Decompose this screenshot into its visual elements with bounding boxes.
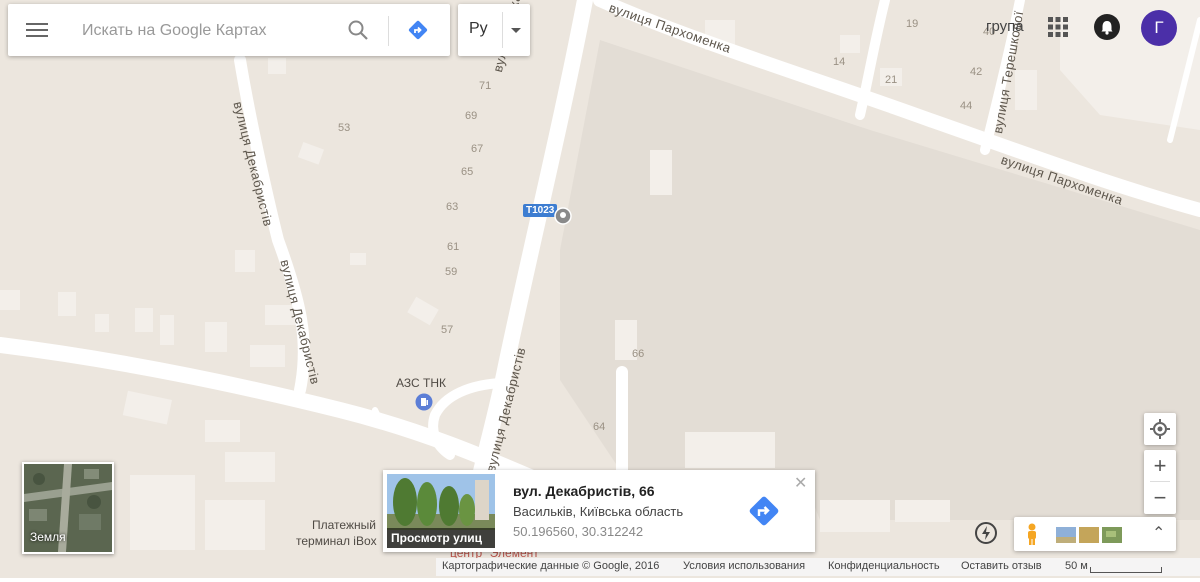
search-input[interactable] (80, 18, 342, 44)
menu-icon[interactable] (26, 20, 48, 40)
place-coordinates: 50.196560, 30.312242 (513, 524, 644, 539)
imagery-layers-icon[interactable] (1056, 525, 1124, 545)
place-address: вул. Декабристів, 66 (513, 483, 655, 499)
house-number: 21 (885, 74, 898, 86)
earth-label: Земля (30, 530, 66, 544)
chevron-up-icon[interactable]: ⌃ (1152, 523, 1165, 543)
top-right-text[interactable]: група (986, 18, 1024, 35)
house-number: 19 (906, 18, 919, 30)
zoom-out-button[interactable]: − (1144, 482, 1176, 514)
house-number: 61 (447, 241, 460, 253)
language-label: Ру (469, 20, 488, 37)
map-footer: Картографические данные © Google, 2016 У… (436, 558, 1200, 576)
chevron-down-icon[interactable] (511, 28, 521, 33)
poi-terminal-line2[interactable]: терминал iBox (296, 534, 377, 548)
zoom-in-button[interactable]: + (1144, 450, 1176, 482)
map-pin-icon[interactable] (554, 207, 572, 225)
directions-icon[interactable] (746, 493, 782, 529)
pegman-icon[interactable] (1022, 522, 1042, 546)
house-number: 57 (441, 324, 454, 336)
house-number: 59 (445, 266, 458, 278)
language-selector[interactable]: Ру (458, 4, 530, 56)
feedback-link[interactable]: Оставить отзыв (961, 560, 1042, 572)
house-number: 14 (833, 56, 846, 68)
search-divider (388, 16, 389, 46)
place-info-card: Просмотр улиц вул. Декабристів, 66 Васил… (383, 470, 815, 552)
apps-grid-icon[interactable] (1047, 16, 1069, 38)
search-box (8, 4, 450, 56)
search-icon[interactable] (346, 18, 370, 42)
house-number: 65 (461, 166, 474, 178)
house-number: 53 (338, 122, 351, 134)
avatar[interactable]: Г (1141, 10, 1177, 46)
house-number: 66 (632, 348, 645, 360)
house-number: 71 (479, 80, 492, 92)
language-divider (502, 12, 503, 48)
house-number: 67 (471, 143, 484, 155)
place-city: Васильків, Київська область (513, 504, 684, 519)
street-view-thumbnail[interactable]: Просмотр улиц (387, 474, 495, 548)
house-number: 69 (465, 110, 478, 122)
privacy-link[interactable]: Конфиденциальность (828, 560, 940, 572)
house-number: 64 (593, 421, 606, 433)
map-data-attribution: Картографические данные © Google, 2016 (442, 560, 660, 572)
notifications-bell-icon[interactable] (1094, 14, 1120, 40)
poi-terminal-line1[interactable]: Платежный (312, 518, 376, 532)
road-shield: T1023 (523, 204, 558, 217)
house-number: 44 (960, 100, 973, 112)
terms-link[interactable]: Условия использования (683, 560, 805, 572)
my-location-icon (1150, 419, 1170, 439)
directions-icon[interactable] (406, 18, 430, 42)
zoom-control: + − (1144, 450, 1176, 514)
close-icon[interactable]: ✕ (794, 473, 807, 493)
scale-label: 50 м (1065, 560, 1088, 572)
house-number: 63 (446, 201, 459, 213)
pegman-layers-bar: ⌃ (1014, 517, 1176, 551)
scale-bar (1090, 567, 1162, 573)
earth-view-toggle[interactable]: Земля (22, 462, 114, 554)
my-location-button[interactable] (1144, 413, 1176, 445)
street-view-label: Просмотр улиц (387, 528, 495, 548)
house-number: 42 (970, 66, 983, 78)
gas-station-icon[interactable] (415, 393, 433, 411)
lightning-icon[interactable] (975, 522, 997, 544)
poi-gas-station-label[interactable]: АЗС ТНК (396, 376, 446, 390)
